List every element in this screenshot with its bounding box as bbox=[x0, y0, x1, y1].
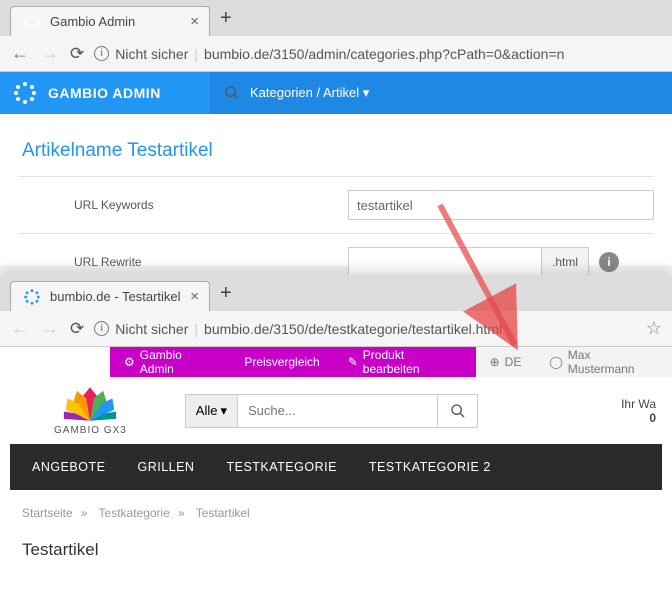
tab-close-icon[interactable]: × bbox=[190, 13, 199, 30]
breadcrumb: Startseite» Testkategorie» Testartikel bbox=[0, 490, 672, 536]
admin-brand: GAMBIO ADMIN bbox=[48, 85, 161, 101]
tab-title: Gambio Admin bbox=[50, 14, 135, 29]
not-secure-label: Nicht sicher bbox=[115, 46, 188, 62]
not-secure-label: Nicht sicher bbox=[115, 321, 188, 337]
reload-button[interactable]: ⟳ bbox=[70, 319, 84, 339]
admin-header: GAMBIO ADMIN Kategorien / Artikel ▾ bbox=[0, 72, 672, 114]
product-title: Testartikel bbox=[0, 536, 672, 564]
user-icon: ◯ bbox=[549, 355, 562, 369]
main-nav: ANGEBOTE GRILLEN TESTKATEGORIE TESTKATEG… bbox=[10, 444, 662, 490]
url-keywords-label: URL Keywords bbox=[18, 198, 348, 212]
url-text: bumbio.de/3150/admin/categories.php?cPat… bbox=[204, 46, 564, 62]
site-info-icon[interactable]: i bbox=[94, 321, 109, 336]
topbar-compare-link[interactable]: Preisvergleich bbox=[230, 347, 333, 377]
url-rewrite-input[interactable] bbox=[348, 247, 542, 277]
address-bar[interactable]: i Nicht sicher | bumbio.de/3150/admin/ca… bbox=[94, 46, 662, 62]
favicon-spinner-icon bbox=[24, 14, 39, 29]
lotus-icon bbox=[62, 385, 118, 423]
topbar-language[interactable]: ⊕DE bbox=[476, 347, 536, 377]
search-input[interactable] bbox=[238, 394, 438, 428]
address-bar[interactable]: i Nicht sicher | bumbio.de/3150/de/testk… bbox=[94, 321, 636, 337]
new-tab-button[interactable]: + bbox=[210, 282, 242, 305]
nav-item[interactable]: GRILLEN bbox=[137, 460, 194, 474]
admin-breadcrumb[interactable]: Kategorien / Artikel ▾ bbox=[250, 85, 369, 101]
pencil-icon: ✎ bbox=[348, 355, 358, 369]
bookmark-icon[interactable]: ☆ bbox=[646, 318, 662, 339]
search-category-select[interactable]: Alle▾ bbox=[185, 394, 238, 428]
topbar-edit-link[interactable]: ✎Produkt bearbeiten bbox=[334, 347, 476, 377]
url-keywords-input[interactable] bbox=[348, 190, 654, 220]
reload-button[interactable]: ⟳ bbox=[70, 44, 84, 64]
topbar-user[interactable]: ◯Max Mustermann bbox=[535, 347, 672, 377]
nav-item[interactable]: ANGEBOTE bbox=[32, 460, 105, 474]
cart-widget[interactable]: Ihr Wa 0 bbox=[621, 397, 658, 425]
crumb-product: Testartikel bbox=[196, 506, 250, 520]
tab-title: bumbio.de - Testartikel bbox=[50, 289, 181, 304]
url-text: bumbio.de/3150/de/testkategorie/testarti… bbox=[204, 321, 502, 337]
site-info-icon[interactable]: i bbox=[94, 46, 109, 61]
gear-icon: ⚙ bbox=[124, 355, 135, 369]
url-suffix: .html bbox=[542, 247, 589, 277]
back-button[interactable]: ← bbox=[10, 43, 30, 64]
search-button[interactable] bbox=[438, 394, 478, 428]
forward-button: → bbox=[40, 318, 60, 339]
logo-text: GAMBIO GX3 bbox=[54, 425, 127, 436]
shop-logo[interactable]: GAMBIO GX3 bbox=[14, 385, 127, 436]
forward-button: → bbox=[40, 43, 60, 64]
browser-tab[interactable]: Gambio Admin × bbox=[10, 6, 210, 36]
crumb-home[interactable]: Startseite bbox=[22, 506, 73, 520]
gambio-logo-icon bbox=[14, 82, 36, 104]
nav-item[interactable]: TESTKATEGORIE bbox=[226, 460, 336, 474]
caret-down-icon: ▾ bbox=[220, 403, 227, 419]
crumb-category[interactable]: Testkategorie bbox=[99, 506, 170, 520]
topbar-admin-link[interactable]: ⚙Gambio Admin bbox=[110, 347, 230, 377]
search-icon bbox=[450, 403, 466, 419]
info-icon[interactable]: i bbox=[599, 252, 619, 272]
page-title: Artikelname Testartikel bbox=[22, 140, 654, 162]
browser-tab[interactable]: bumbio.de - Testartikel × bbox=[10, 281, 210, 311]
globe-icon: ⊕ bbox=[490, 355, 500, 369]
search-icon[interactable] bbox=[224, 85, 240, 101]
favicon-spinner-icon bbox=[24, 289, 39, 304]
nav-item[interactable]: TESTKATEGORIE 2 bbox=[369, 460, 491, 474]
back-button: ← bbox=[10, 318, 30, 339]
tab-close-icon[interactable]: × bbox=[190, 288, 199, 305]
url-rewrite-label: URL Rewrite bbox=[18, 255, 348, 269]
shop-topbar: ⚙Gambio Admin Preisvergleich ✎Produkt be… bbox=[0, 347, 672, 377]
new-tab-button[interactable]: + bbox=[210, 7, 242, 30]
